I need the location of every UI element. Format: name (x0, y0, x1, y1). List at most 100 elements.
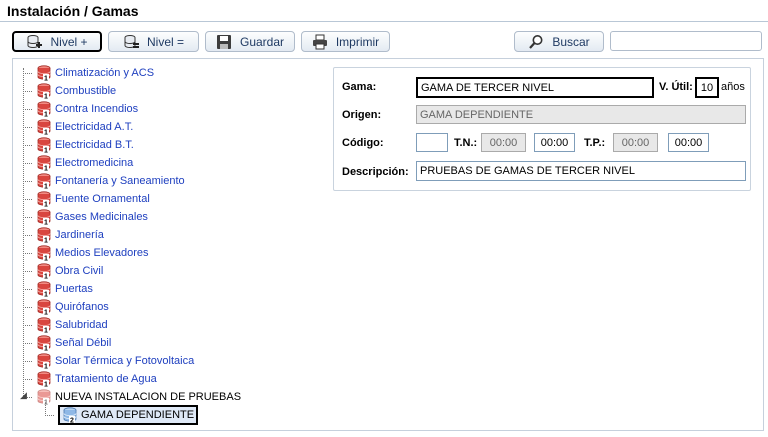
tree-item-label: Puertas (55, 283, 93, 295)
tree-connector (20, 226, 36, 244)
tree-item[interactable]: 1 Fontanería y Saneamiento (20, 172, 185, 191)
tree-connector (20, 100, 36, 118)
tree-item[interactable]: 1 Solar Térmica y Fotovoltaica (20, 352, 195, 371)
vutil-field[interactable]: 10 (695, 77, 719, 98)
imprimir-label: Imprimir (335, 34, 380, 49)
save-icon (216, 34, 231, 49)
tree-connector (20, 316, 36, 334)
database-icon: 1 (36, 371, 52, 389)
codigo-field[interactable] (416, 133, 448, 152)
descripcion-field[interactable]: PRUEBAS DE GAMAS DE TERCER NIVEL (416, 161, 746, 181)
tp-field-1: 00:00 (613, 133, 658, 152)
origen-label: Origen: (342, 109, 382, 121)
tree-connector (20, 280, 36, 298)
gama-label: Gama: (342, 81, 377, 93)
tree-item[interactable]: 1 Tratamiento de Agua (20, 370, 157, 389)
tree-item[interactable]: 1 Contra Incendios (20, 100, 139, 119)
tn-field-2[interactable]: 00:00 (534, 133, 575, 152)
imprimir-button[interactable]: Imprimir (301, 31, 390, 52)
tree-item[interactable]: 1 Obra Civil (20, 262, 103, 281)
gama-field[interactable]: GAMA DE TERCER NIVEL (416, 77, 654, 98)
tree-item[interactable]: 1 Quirófanos (20, 298, 109, 317)
svg-text:1: 1 (44, 202, 48, 208)
search-icon (529, 34, 543, 49)
tp-field-2[interactable]: 00:00 (668, 133, 709, 152)
svg-text:1: 1 (44, 274, 48, 280)
tree-item[interactable]: 1 Gases Medicinales (20, 208, 148, 227)
tree-item-label: NUEVA INSTALACION DE PRUEBAS (55, 391, 242, 403)
tree-item[interactable]: 1 Medios Elevadores (20, 244, 149, 263)
tree-item-label: Combustible (55, 85, 117, 97)
database-icon: 1 (36, 389, 52, 407)
nivel-equal-button[interactable]: Nivel = (108, 31, 199, 52)
tree-item-label: Contra Incendios (55, 103, 139, 115)
svg-text:1: 1 (44, 346, 48, 352)
tree-item[interactable]: 1 Fuente Ornamental (20, 190, 150, 209)
svg-text:1: 1 (44, 364, 48, 370)
tree-item-label: Medios Elevadores (55, 247, 149, 259)
database-icon: 1 (36, 173, 52, 191)
tree-item[interactable]: 1 Señal Débil (20, 334, 111, 353)
svg-text:1: 1 (44, 220, 48, 226)
tree-item-label: Tratamiento de Agua (55, 373, 157, 385)
svg-text:1: 1 (44, 148, 48, 154)
tree-connector (20, 244, 36, 262)
tree-item[interactable]: 1 Combustible (20, 82, 117, 101)
tree-item[interactable]: 1 Climatización y ACS (20, 64, 154, 83)
tree-item[interactable]: 1 Puertas (20, 280, 93, 299)
tree-connector (20, 352, 36, 370)
svg-text:1: 1 (44, 94, 48, 100)
search-input[interactable] (610, 31, 762, 51)
svg-text:1: 1 (44, 382, 48, 388)
nivel-plus-button[interactable]: Nivel + (12, 31, 102, 52)
svg-text:1: 1 (44, 256, 48, 262)
tree-item-label: Solar Térmica y Fotovoltaica (55, 355, 195, 367)
tree-item-expanded[interactable]: 1 NUEVA INSTALACION DE PRUEBAS (20, 388, 242, 407)
tree-connector (20, 370, 36, 388)
tree-connector (20, 208, 36, 226)
tree-connector (20, 298, 36, 316)
database-icon: 1 (36, 155, 52, 173)
database-icon: 1 (36, 263, 52, 281)
buscar-label: Buscar (552, 34, 590, 49)
database-icon: 1 (36, 119, 52, 137)
tree-item[interactable]: 1 Electromedicina (20, 154, 133, 173)
database-add-icon (27, 34, 43, 48)
descripcion-label: Descripción: (342, 166, 409, 178)
tree-item[interactable]: 1 Salubridad (20, 316, 108, 335)
tree-item-selected[interactable]: 2 GAMA DEPENDIENTE (42, 405, 199, 425)
anos-label: años (721, 81, 745, 93)
database-icon: 1 (36, 317, 52, 335)
database-icon: 1 (36, 137, 52, 155)
codigo-label: Código: (342, 137, 384, 149)
database-icon: 1 (36, 83, 52, 101)
database-equal-icon (124, 34, 139, 48)
tp-label: T.P.: (584, 137, 606, 149)
nivel-equal-label: Nivel = (146, 34, 184, 49)
svg-text:1: 1 (44, 76, 48, 82)
svg-text:1: 1 (44, 238, 48, 244)
tn-label: T.N.: (454, 137, 478, 149)
database-icon: 1 (36, 227, 52, 245)
vutil-label: V. Útil: (659, 81, 693, 93)
svg-text:1: 1 (44, 130, 48, 136)
tree-connector (20, 64, 36, 82)
database-icon: 1 (36, 65, 52, 83)
svg-text:2: 2 (70, 418, 74, 424)
guardar-button[interactable]: Guardar (205, 31, 295, 52)
svg-text:1: 1 (44, 310, 48, 316)
database-icon: 1 (36, 101, 52, 119)
collapse-arrow-icon[interactable] (20, 388, 36, 406)
svg-text:1: 1 (44, 184, 48, 190)
database-icon: 1 (36, 281, 52, 299)
origen-field: GAMA DEPENDIENTE (416, 105, 746, 124)
svg-text:1: 1 (44, 166, 48, 172)
tree-item[interactable]: 1 Jardinería (20, 226, 104, 245)
tree-item-label: Fontanería y Saneamiento (55, 175, 185, 187)
tree-item[interactable]: 1 Electricidad B.T. (20, 136, 134, 155)
buscar-button[interactable]: Buscar (514, 31, 604, 52)
printer-icon (312, 34, 327, 49)
tree-item[interactable]: 1 Electricidad A.T. (20, 118, 133, 137)
tree-connector (20, 262, 36, 280)
database-icon: 1 (36, 299, 52, 317)
